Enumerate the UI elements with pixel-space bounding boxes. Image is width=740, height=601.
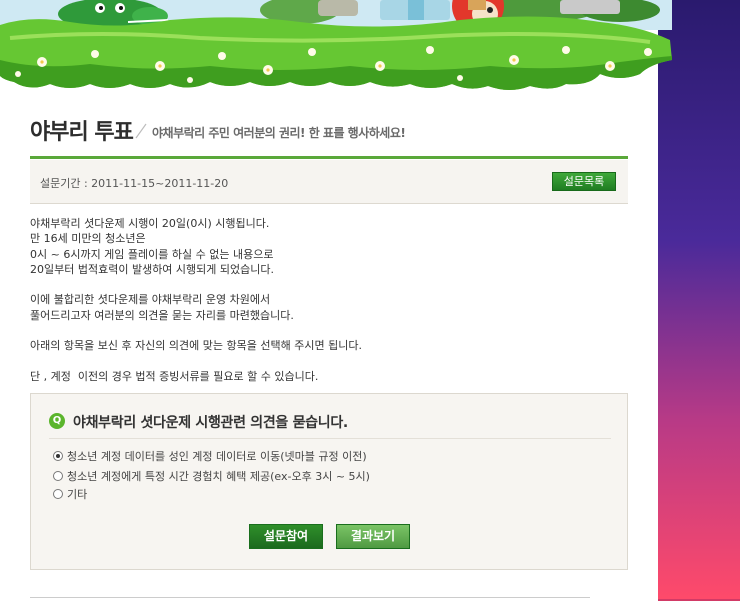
poll-box: Q 야채부락리 셧다운제 시행관련 의견을 묻습니다. 청소년 계정 데이터를 … [30,393,628,570]
intro-line: 20일부터 법적효력이 발생하여 시행되게 되었습니다. [30,262,274,276]
poll-option-2[interactable]: 청소년 계정에게 특정 시간 경험치 혜택 제공(ex-오후 3시 ~ 5시) [53,468,370,484]
poll-question: 야채부락리 셧다운제 시행관련 의견을 묻습니다. [73,415,348,431]
poll-option-label: 청소년 계정 데이터를 성인 계정 데이터로 이동(넷마블 규정 이전) [67,450,367,463]
title-divider [30,156,628,159]
radio-button[interactable] [53,471,63,481]
grass-banner-illustration [0,0,672,91]
question-icon: Q [49,413,65,429]
bottom-divider [30,597,590,598]
radio-button-selected[interactable] [53,451,63,461]
intro-line: 이에 불합리한 셧다운제를 야채부락리 운영 차원에서 [30,293,271,307]
poll-divider [49,438,611,439]
intro-line: 만 16세 미만의 청소년은 [30,232,146,246]
intro-line: 단 , 계정 이전의 경우 법적 증빙서류를 필요로 할 수 있습니다. [30,369,319,383]
intro-text: 야채부락리 셧다운제 시행이 20일(0시) 시행됩니다. 만 16세 미만의 … [30,216,620,384]
view-results-button[interactable]: 결과보기 [336,524,410,549]
poll-option-1[interactable]: 청소년 계정 데이터를 성인 계정 데이터로 이동(넷마블 규정 이전) [53,448,367,464]
page-title: 야부리 투표 [30,120,134,145]
intro-line: 풀어드리고자 여러분의 의견을 묻는 자리를 마련했습니다. [30,308,294,322]
slash-divider-icon [135,123,147,139]
poll-option-label: 청소년 계정에게 특정 시간 경험치 혜택 제공(ex-오후 3시 ~ 5시) [67,470,370,483]
survey-period-bar: 설문기간 : 2011-11-15~2011-11-20 설문목록 [30,160,628,204]
intro-line: 0시 ~ 6시까지 게임 플레이를 하실 수 없는 내용으로 [30,247,274,261]
poll-option-label: 기타 [67,488,88,501]
intro-line: 야채부락리 셧다운제 시행이 20일(0시) 시행됩니다. [30,217,270,230]
header-banner [0,0,672,95]
survey-list-button[interactable]: 설문목록 [552,172,616,191]
radio-button[interactable] [53,489,63,499]
intro-line: 아래의 항목을 보신 후 자신의 의견에 맞는 항목을 선택해 주시면 됩니다. [30,339,362,353]
submit-vote-button[interactable]: 설문참여 [249,524,323,549]
poll-option-3[interactable]: 기타 [53,486,87,502]
page-title-row: 야부리 투표 야채부락리 주민 여러분의 권리! 한 표를 행사하세요! [30,112,628,152]
page-subtitle: 야채부락리 주민 여러분의 권리! 한 표를 행사하세요! [152,126,406,140]
survey-period: 설문기간 : 2011-11-15~2011-11-20 [40,177,229,190]
